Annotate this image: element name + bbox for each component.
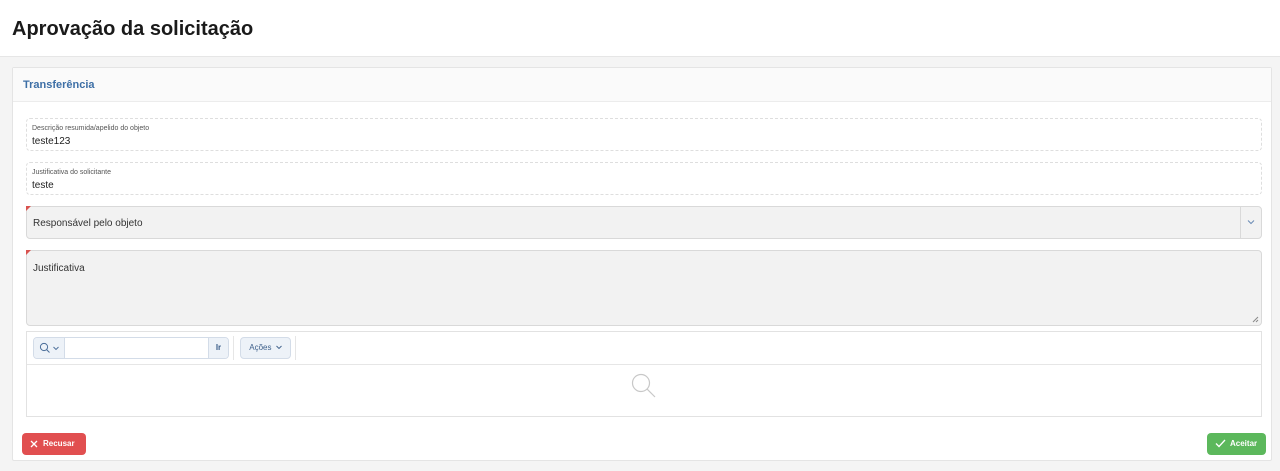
search-column-menu[interactable] [34,338,65,358]
toolbar-divider [295,336,296,360]
actions-label: Ações [249,343,272,352]
description-label: Descrição resumida/apelido do objeto [32,125,150,132]
justification-textarea[interactable]: Justificativa [26,250,1262,326]
search-group: Ir [33,337,229,359]
reject-button[interactable]: Recusar [22,433,86,455]
region-title: Transferência [23,79,95,91]
page-header: Aprovação da solicitação [0,0,1280,57]
page-title: Aprovação da solicitação [12,18,254,40]
search-icon [39,342,50,353]
close-icon [30,440,38,448]
accept-button[interactable]: Aceitar [1207,433,1266,455]
check-icon [1215,439,1226,448]
chevron-down-icon [53,346,59,351]
grid-search-input[interactable] [66,338,208,358]
description-field: Descrição resumida/apelido do objeto tes… [26,118,1262,151]
accept-label: Aceitar [1230,439,1258,448]
justification-label: Justificativa [33,263,85,274]
required-marker [26,250,31,255]
interactive-grid: Ir Ações [26,331,1262,417]
description-value: teste123 [32,136,71,147]
requester-justification-value: teste [32,180,54,191]
grid-toolbar: Ir Ações [27,332,1261,365]
responsible-label: Responsável pelo objeto [33,218,143,229]
requester-justification-field: Justificativa do solicitante teste [26,162,1262,195]
chevron-down-icon[interactable] [1240,207,1261,238]
toolbar-divider [233,336,234,360]
go-button[interactable]: Ir [208,338,228,358]
region-header: Transferência [13,68,1271,102]
required-marker [26,206,31,211]
responsible-select[interactable]: Responsável pelo objeto [26,206,1262,239]
resize-handle-icon[interactable] [1252,316,1259,323]
chevron-down-icon [275,346,282,350]
magnifier-empty-icon [631,373,656,398]
transfer-region: Transferência Descrição resumida/apelido… [12,67,1272,461]
actions-menu-button[interactable]: Ações [240,337,291,359]
reject-label: Recusar [43,439,75,448]
requester-justification-label: Justificativa do solicitante [32,169,111,176]
